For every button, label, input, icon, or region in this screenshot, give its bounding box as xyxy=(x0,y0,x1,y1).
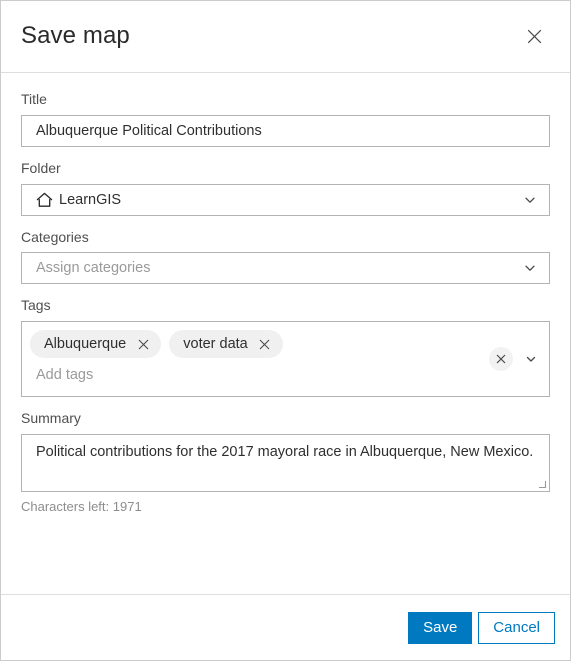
tags-label: Tags xyxy=(21,297,51,314)
folder-select[interactable]: LearnGIS xyxy=(21,183,550,216)
tag-chip-label: Albuquerque xyxy=(44,336,127,353)
summary-label: Summary xyxy=(21,410,81,427)
summary-textarea[interactable]: Political contributions for the 2017 may… xyxy=(21,433,550,492)
tag-chip-list: Albuquerque voter data xyxy=(30,330,541,359)
tag-chip[interactable]: Albuquerque xyxy=(30,330,162,359)
close-icon[interactable] xyxy=(257,336,273,352)
page-title: Save map xyxy=(21,22,130,50)
folder-select-value: LearnGIS xyxy=(59,191,122,208)
tag-chip[interactable]: voter data xyxy=(169,330,283,359)
categories-label: Categories xyxy=(21,228,89,245)
tag-chip-label: voter data xyxy=(183,336,248,353)
resize-grip-icon[interactable] xyxy=(535,477,547,489)
categories-placeholder: Assign categories xyxy=(36,260,151,277)
clear-tags-icon[interactable] xyxy=(489,347,513,372)
cancel-button[interactable]: Cancel xyxy=(478,611,555,644)
field-folder: Folder LearnGIS xyxy=(21,160,550,216)
close-icon[interactable] xyxy=(135,336,151,352)
tags-input[interactable]: Add tags xyxy=(30,365,541,385)
chevron-down-icon[interactable] xyxy=(521,259,539,277)
title-input[interactable]: Albuquerque Political Contributions xyxy=(21,114,550,147)
chevron-down-icon[interactable] xyxy=(522,350,540,368)
field-summary: Summary Political contributions for the … xyxy=(21,410,550,514)
close-icon[interactable] xyxy=(520,23,548,51)
title-label: Title xyxy=(21,91,47,107)
dialog-footer: Save Cancel xyxy=(1,594,570,660)
home-icon xyxy=(36,191,53,208)
field-title: Title Albuquerque Political Contribution… xyxy=(21,91,550,147)
folder-label: Folder xyxy=(21,159,61,176)
save-button[interactable]: Save xyxy=(408,611,473,644)
tags-control[interactable]: Albuquerque voter data Add tags xyxy=(21,321,550,398)
summary-textarea-value: Political contributions for the 2017 may… xyxy=(36,443,534,460)
characters-left-text: Characters left: 1971 xyxy=(21,498,142,514)
tags-actions xyxy=(489,347,540,372)
field-categories: Categories Assign categories xyxy=(21,229,550,285)
dialog-body: Title Albuquerque Political Contribution… xyxy=(1,73,570,594)
dialog-header: Save map xyxy=(1,1,570,73)
save-map-dialog: Save map Title Albuquerque Political Con… xyxy=(0,0,571,661)
categories-select[interactable]: Assign categories xyxy=(21,252,550,285)
field-tags: Tags Albuquerque voter data Add tags xyxy=(21,297,550,398)
chevron-down-icon[interactable] xyxy=(521,191,539,209)
title-input-value: Albuquerque Political Contributions xyxy=(36,122,262,139)
